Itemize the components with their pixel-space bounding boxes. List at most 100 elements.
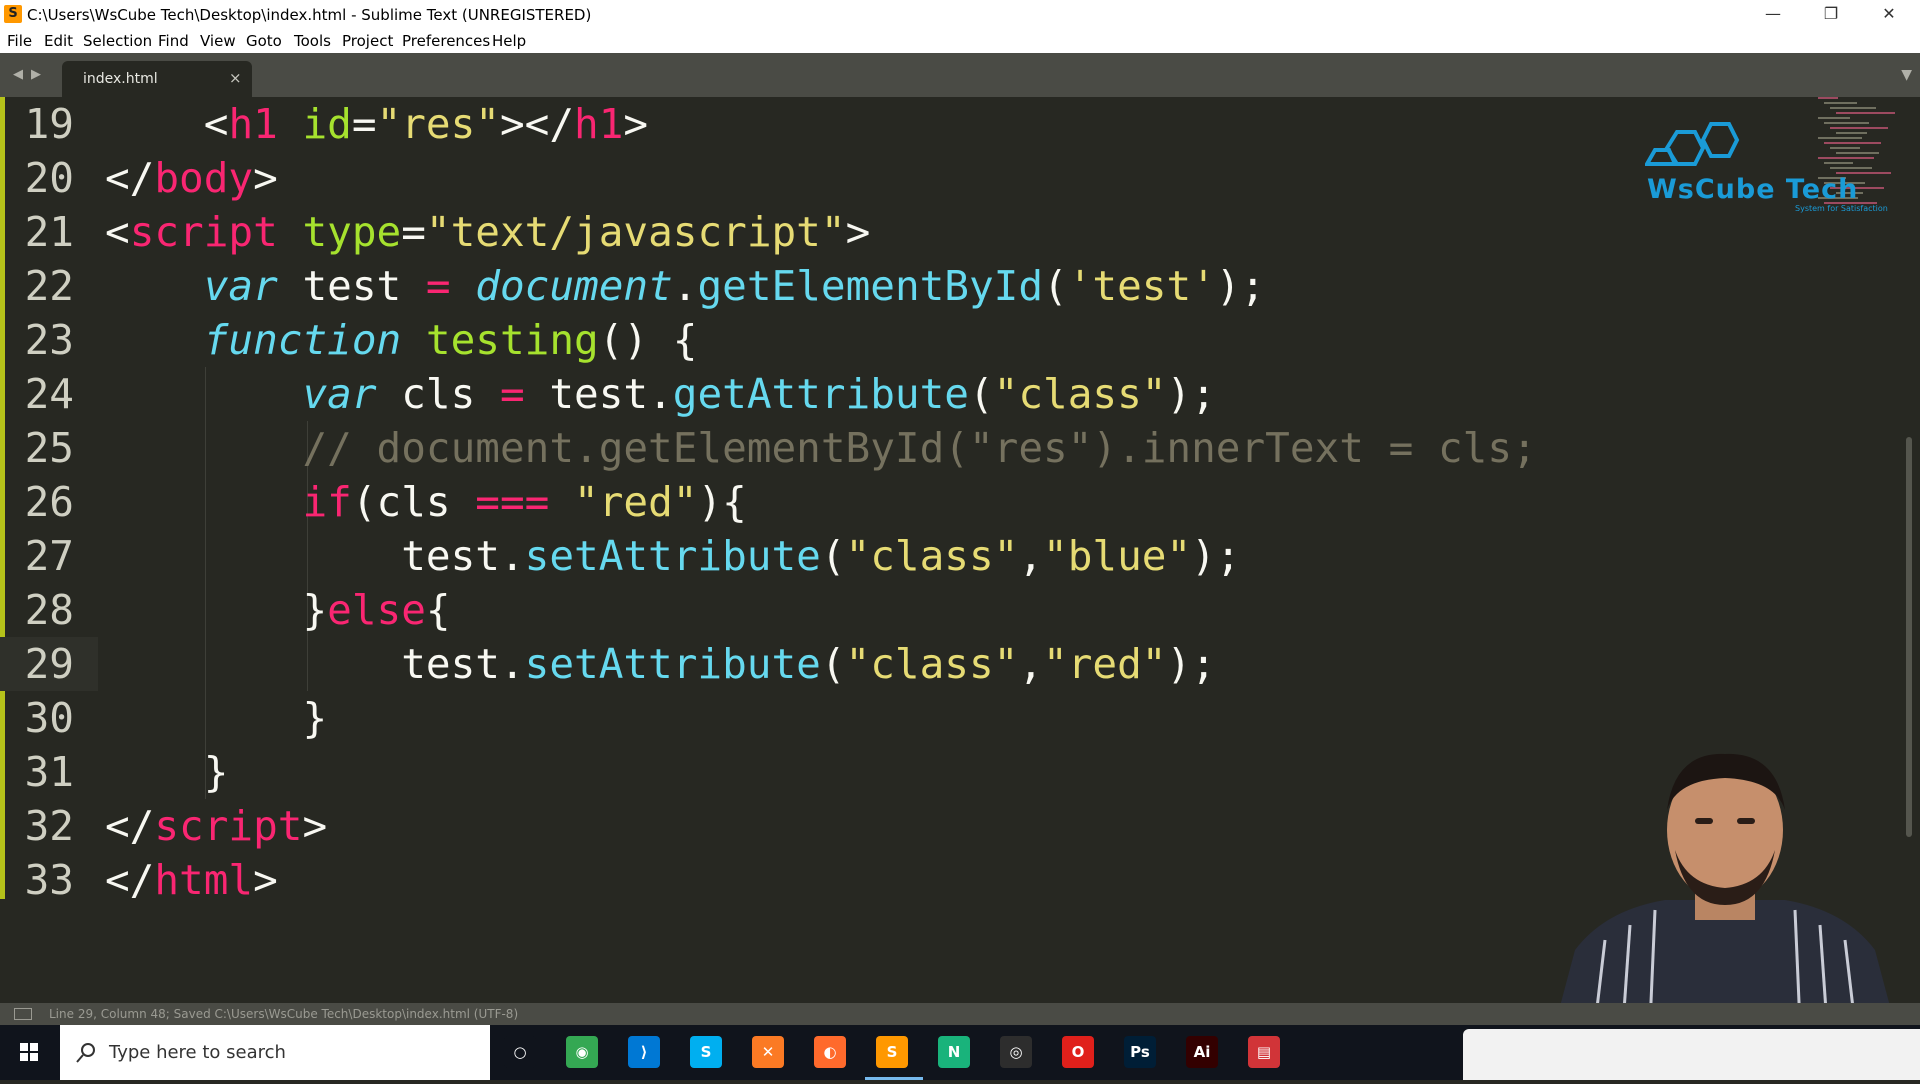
code-token: ( <box>820 640 846 688</box>
code-line[interactable]: </html> <box>105 853 278 907</box>
firefox-icon[interactable]: ◐ <box>814 1036 846 1068</box>
menu-view[interactable]: View <box>200 32 236 50</box>
minimap-line <box>1830 107 1876 109</box>
start-button[interactable] <box>0 1025 58 1080</box>
minimap-line <box>1836 112 1895 114</box>
vscode-icon[interactable]: ⟩ <box>628 1036 660 1068</box>
minimize-button[interactable]: — <box>1744 0 1802 28</box>
code-token: script <box>129 208 278 256</box>
line-number: 25 <box>24 424 74 472</box>
code-line[interactable]: <script type="text/javascript"> <box>105 205 870 259</box>
code-token: , <box>1018 640 1044 688</box>
code-token: body <box>154 154 254 202</box>
photoshop-icon[interactable]: Ps <box>1124 1036 1156 1068</box>
menu-tools[interactable]: Tools <box>294 32 331 50</box>
code-line[interactable]: test.setAttribute("class","red"); <box>105 637 1216 691</box>
code-line[interactable]: } <box>105 691 327 745</box>
code-token: = <box>425 262 451 310</box>
close-button[interactable]: ✕ <box>1860 0 1918 28</box>
code-token: ); <box>1166 370 1216 418</box>
code-token: () { <box>598 316 698 364</box>
line-number: 19 <box>24 100 74 148</box>
menu-file[interactable]: File <box>7 32 32 50</box>
line-number: 21 <box>24 208 74 256</box>
code-line[interactable]: </script> <box>105 799 327 853</box>
code-token: id <box>302 100 352 148</box>
menu-project[interactable]: Project <box>342 32 393 50</box>
panel-toggle-icon[interactable] <box>14 1008 32 1020</box>
code-token: = <box>351 100 377 148</box>
code-token: . <box>672 262 698 310</box>
code-token: else <box>327 586 426 634</box>
code-token: test <box>277 262 426 310</box>
code-token: var <box>302 370 377 418</box>
code-token: 'test' <box>1067 262 1216 310</box>
code-token: var <box>203 262 278 310</box>
menu-bar: File Edit Selection Find View Goto Tools… <box>0 28 1920 53</box>
cortana-icon[interactable]: ○ <box>504 1036 536 1068</box>
code-token: setAttribute <box>524 640 821 688</box>
illustrator-icon[interactable]: Ai <box>1186 1036 1218 1068</box>
code-token: h1 <box>574 100 624 148</box>
status-bar: Line 29, Column 48; Saved C:\Users\WsCub… <box>0 1003 1920 1025</box>
line-number: 28 <box>24 586 74 634</box>
code-line[interactable]: function testing() { <box>105 313 698 367</box>
code-token: ( <box>820 532 846 580</box>
line-number: 30 <box>24 694 74 742</box>
taskbar-search-box[interactable]: Type here to search <box>60 1025 490 1080</box>
code-token: </ <box>105 802 155 850</box>
code-line[interactable]: <h1 id="res"></h1> <box>105 97 648 151</box>
code-token: , <box>1018 532 1044 580</box>
chrome-icon[interactable]: ◉ <box>566 1036 598 1068</box>
code-line[interactable]: test.setAttribute("class","blue"); <box>105 529 1240 583</box>
tab-list-dropdown-icon[interactable]: ▼ <box>1901 67 1912 83</box>
code-token: "res" <box>376 100 500 148</box>
windows-logo-icon <box>20 1043 38 1061</box>
system-tray-area <box>1463 1029 1920 1080</box>
code-token: { <box>425 586 451 634</box>
notepad-app-icon[interactable]: N <box>938 1036 970 1068</box>
opera-icon[interactable]: O <box>1062 1036 1094 1068</box>
maximize-button[interactable]: ❐ <box>1802 0 1860 28</box>
code-line[interactable]: // document.getElementById("res").innerT… <box>105 421 1536 475</box>
wscube-tech-logo: WsCube Tech System for Satisfaction <box>1643 118 1895 213</box>
code-line[interactable]: var cls = test.getAttribute("class"); <box>105 367 1216 421</box>
code-line[interactable]: </body> <box>105 151 278 205</box>
code-token: if <box>302 478 352 526</box>
line-number: 20 <box>24 154 74 202</box>
code-line[interactable]: } <box>105 745 229 799</box>
line-number: 22 <box>24 262 74 310</box>
skype-icon[interactable]: S <box>690 1036 722 1068</box>
menu-help[interactable]: Help <box>492 32 526 50</box>
tab-next-icon[interactable]: ▶ <box>31 67 41 82</box>
sublime-icon[interactable]: S <box>876 1036 908 1068</box>
code-line[interactable]: var test = document.getElementById('test… <box>105 259 1265 313</box>
code-line[interactable]: if(cls === "red"){ <box>105 475 746 529</box>
menu-edit[interactable]: Edit <box>44 32 73 50</box>
tab-close-icon[interactable]: × <box>229 69 242 87</box>
document-viewer-icon[interactable]: ▤ <box>1248 1036 1280 1068</box>
status-text: Line 29, Column 48; Saved C:\Users\WsCub… <box>49 1007 519 1021</box>
tab-index-html[interactable]: index.html × <box>62 61 252 97</box>
menu-find[interactable]: Find <box>158 32 189 50</box>
code-token: ); <box>1215 262 1266 310</box>
tab-prev-icon[interactable]: ◀ <box>13 67 23 82</box>
logo-subtitle: System for Satisfaction <box>1795 204 1888 213</box>
xampp-icon[interactable]: ✕ <box>752 1036 784 1068</box>
code-token: "red" <box>1043 640 1167 688</box>
line-number: 23 <box>24 316 74 364</box>
menu-selection[interactable]: Selection <box>83 32 152 50</box>
line-number: 31 <box>24 748 74 796</box>
code-token: > <box>302 802 328 850</box>
code-token: function <box>203 316 402 364</box>
menu-preferences[interactable]: Preferences <box>402 32 490 50</box>
obs-icon[interactable]: ◎ <box>1000 1036 1032 1068</box>
menu-goto[interactable]: Goto <box>246 32 282 50</box>
code-token: === <box>475 478 550 526</box>
code-line[interactable]: }else{ <box>105 583 451 637</box>
minimap-line <box>1818 97 1838 99</box>
presenter-video-overlay <box>1535 740 1915 1025</box>
